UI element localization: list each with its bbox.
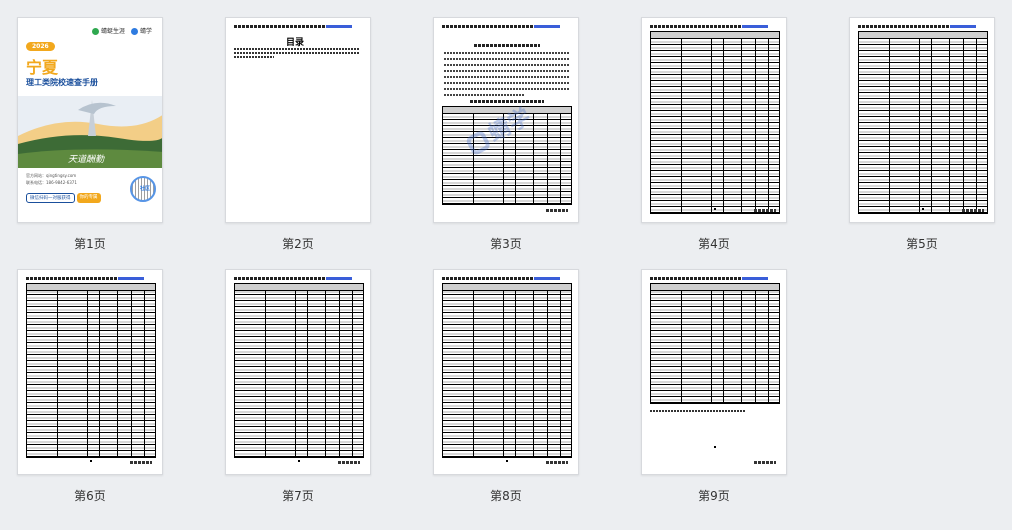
page-thumbnail-4[interactable] (641, 17, 787, 223)
paragraph-line (444, 94, 524, 96)
page-thumbnail-9[interactable] (641, 269, 787, 475)
page-footer (754, 461, 776, 464)
header-link (742, 25, 768, 28)
toc-page: 目录 (226, 18, 370, 222)
page-footer (546, 209, 568, 212)
data-table (234, 290, 364, 458)
data-table (650, 290, 780, 404)
toc-entry (234, 56, 274, 58)
page-thumbnail-6[interactable] (17, 269, 163, 475)
page-label-4: 第4页 (698, 237, 730, 251)
header-link (326, 277, 352, 280)
document-page (850, 18, 994, 222)
page-label-2: 第2页 (282, 237, 314, 251)
toc-entry (234, 48, 360, 50)
header-link (950, 25, 976, 28)
page-number (714, 446, 716, 448)
page-label-8: 第8页 (490, 489, 522, 503)
cover-page: 蜻蜓生涯 蜻学 2026 宁夏 理工类院校速查手册 天道酬勤 官方网站：qing… (18, 18, 162, 222)
leaf-icon (91, 28, 99, 35)
cover-logos: 蜻蜓生涯 蜻学 (91, 26, 152, 35)
page-number (714, 208, 716, 210)
section-title (474, 44, 540, 47)
banner-cta: 你的专属 (76, 193, 101, 203)
page-footer (962, 209, 984, 212)
year-badge: 2026 (26, 42, 55, 51)
data-table (650, 38, 780, 214)
table-title (470, 100, 544, 103)
page-label-3: 第3页 (490, 237, 522, 251)
paragraph-line (444, 52, 570, 54)
page-number (506, 460, 508, 462)
cover-contact-info: 官方网站：qingtingsy.com 联系电话：186-9842-6371 (26, 172, 77, 186)
page-label-7: 第7页 (282, 489, 314, 503)
cover-subtitle: 理工类院校速查手册 (26, 78, 98, 87)
document-page (434, 270, 578, 474)
website-line: 官方网站：qingtingsy.com (26, 173, 77, 178)
document-page (226, 270, 370, 474)
paragraph-line (444, 82, 570, 84)
document-page: 蜻学 (434, 18, 578, 222)
page-label-1: 第1页 (74, 237, 106, 251)
page-footer (338, 461, 360, 464)
page-thumbnail-1[interactable]: 蜻蜓生涯 蜻学 2026 宁夏 理工类院校速查手册 天道酬勤 官方网站：qing… (17, 17, 163, 223)
data-table (858, 38, 988, 214)
paragraph-line (444, 64, 570, 66)
banner-scan: 微信扫码一对服获得 (26, 193, 75, 203)
header-link (326, 25, 352, 28)
paragraph-line (444, 76, 570, 78)
document-page (642, 270, 786, 474)
toc-entry (234, 52, 360, 54)
page-thumbnail-8[interactable] (433, 269, 579, 475)
paragraph-line (444, 70, 570, 72)
page-number (298, 460, 300, 462)
header-link (742, 277, 768, 280)
cover-landscape-image: 天道酬勤 (18, 96, 162, 168)
table-note (650, 410, 746, 412)
paragraph-line (444, 58, 570, 60)
page-label-6: 第6页 (74, 489, 106, 503)
page-footer (130, 461, 152, 464)
page-number (922, 208, 924, 210)
page-thumbnail-7[interactable] (225, 269, 371, 475)
page-footer (546, 461, 568, 464)
page-thumbnail-5[interactable] (849, 17, 995, 223)
header-link (534, 277, 560, 280)
brand-logo-1: 蜻蜓生涯 (91, 26, 125, 35)
toc-title: 目录 (286, 38, 305, 48)
page-label-9: 第9页 (698, 489, 730, 503)
brand-logo-2: 蜻学 (130, 26, 152, 35)
region-title: 宁夏 (26, 58, 59, 77)
page-thumbnail-3[interactable]: 蜻学 (433, 17, 579, 223)
q-icon (130, 28, 138, 35)
header-link (534, 25, 560, 28)
page-label-5: 第5页 (906, 237, 938, 251)
cover-banner: 微信扫码一对服获得 你的专属 (26, 193, 101, 203)
qr-label: 社区 (139, 186, 150, 192)
header-link (118, 277, 144, 280)
document-page (18, 270, 162, 474)
calligraphy-text: 天道酬勤 (68, 154, 105, 165)
document-page (642, 18, 786, 222)
paragraph-line (444, 88, 570, 90)
page-number (90, 460, 92, 462)
page-footer (754, 209, 776, 212)
page-thumbnail-2[interactable]: 目录 (225, 17, 371, 223)
phone-line: 联系电话：186-9842-6371 (26, 180, 77, 185)
data-table (26, 290, 156, 458)
data-table (442, 290, 572, 458)
